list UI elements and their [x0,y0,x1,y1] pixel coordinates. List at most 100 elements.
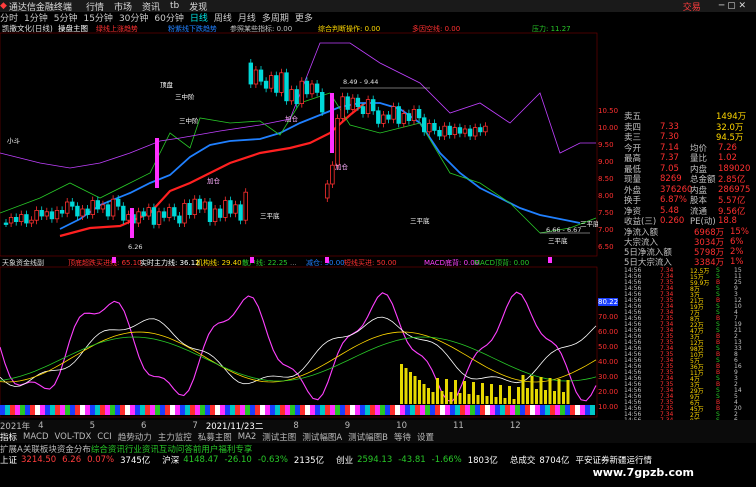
indicator-tab-4[interactable]: 趋势动力 [118,431,152,443]
signal-strip-cell [115,405,120,415]
flow-pct: 15% [730,227,749,237]
index-amount-0: 3745亿 [120,456,151,466]
period-tab-8[interactable]: 月线 [238,12,256,23]
menu-item-tb[interactable]: tb [170,1,179,11]
indicator-tab-9[interactable]: 测试幅图A [302,431,342,443]
signal-strip-cell [220,405,225,415]
period-tab-0[interactable]: 分时 [0,12,18,23]
menu-item-discover[interactable]: 发现 [189,0,207,13]
period-tab-7[interactable]: 周线 [214,12,232,23]
candle-body [34,209,39,221]
index-name-1[interactable]: 沪深 [162,454,179,466]
index-name-2[interactable]: 创业 [336,454,353,466]
volume-bar [427,388,430,404]
volume-bar [431,392,435,404]
signal-strip-cell [15,405,20,415]
period-tab-4[interactable]: 30分钟 [119,12,148,23]
signal-strip-cell [365,405,370,415]
candle-body [452,127,457,135]
volume-bar [404,368,408,404]
period-tab-10[interactable]: 更多 [295,12,313,23]
menu-item-market[interactable]: 行情 [86,0,104,13]
sub-label-6: 短线买进: 50.00 [344,258,397,267]
chart-annotation: 三中阶 [175,92,195,101]
indicator-tab-11[interactable]: 等待 [394,431,411,443]
extension-tab-4[interactable]: 行业资讯 [125,443,159,455]
indicator-tab-10[interactable]: 测试幅图B [348,431,388,443]
extension-tab-3[interactable]: 综合资讯 [91,443,125,455]
indicator-tab-1[interactable]: MACD [23,432,48,442]
menu-item-trade[interactable]: 交易 [683,0,701,13]
candle-body [304,80,310,95]
signal-strip-cell [290,405,295,415]
signal-strip-cell [530,405,535,415]
extension-tab-5[interactable]: 互动问答 [159,443,193,455]
period-tab-1[interactable]: 1分钟 [24,12,48,23]
sub-indicator-chart[interactable]: 天象资金线副 顶底超跌买进线: 65.10实时主力线: 36.12机构线: 29.… [0,257,598,420]
indicator-tab-6[interactable]: 私募主图 [198,431,232,443]
menu-item-exchange[interactable]: 市场 [114,0,132,13]
candle-body [365,99,371,114]
index-change-2: -43.81 [398,455,426,465]
indicator-tab-12[interactable]: 设置 [417,431,434,443]
flow-row: 大宗流入 3034万 6% [598,237,756,248]
extension-tab-1[interactable]: 关联板块 [23,443,57,455]
signal-strip-cell [210,405,215,415]
index-name-0[interactable]: 上证 [0,454,17,466]
period-tab-6[interactable]: 日线 [190,12,208,23]
volume-bar [472,382,475,404]
period-tab-3[interactable]: 15分钟 [83,12,112,23]
volume-bar [458,393,462,404]
signal-strip-cell [45,405,50,415]
date-mid: 2021/11/23二 [205,421,264,432]
period-tab-5[interactable]: 60分钟 [154,12,183,23]
period-tab-2[interactable]: 5分钟 [54,12,78,23]
indicator-tab-7[interactable]: MA2 [238,432,257,442]
candle-body [212,208,218,222]
flow-pct: 2% [730,247,744,257]
indicator-tab-2[interactable]: VOL-TDX [55,432,92,442]
extension-tab-6[interactable]: 前用户福利专享 [193,443,253,455]
candle-body [243,191,248,221]
signal-strip-cell [315,405,320,415]
sub-label-1: 实时主力线: 36.12 [140,258,200,267]
indicator-tab-3[interactable]: CCI [97,432,111,442]
indicator-tab-8[interactable]: 测试主图 [262,431,296,443]
main-label-2: 参照某些指标: 0.00 [230,24,292,33]
window-controls[interactable]: ─ ▢ ✕ [719,1,746,11]
candle-body [90,200,95,216]
quote-price: 7.05 [660,163,679,174]
candle-body [284,72,289,102]
signal-strip-cell [250,405,255,415]
signal-strip-cell [75,405,80,415]
indicator-tab-0[interactable]: 指标 [0,431,17,443]
signal-strip-cell [510,405,515,415]
menu-item-news[interactable]: 资讯 [142,0,160,13]
signal-strip-cell [455,405,460,415]
index-change-0: 6.26 [62,455,82,465]
signal-bar [155,138,159,188]
volume-bar [436,378,439,404]
candle-body [19,214,24,223]
signal-strip-cell [120,405,125,415]
sub-label-4: ... [290,259,297,267]
signal-strip-cell [295,405,300,415]
signal-strip-cell [370,405,375,415]
candle-body [457,127,463,134]
signal-strip-cell [550,405,555,415]
indicator-tab-5[interactable]: 主力监控 [158,431,192,443]
main-kline-chart[interactable]: 凯撒文化(日线) 操盘主图 绿线上涨趋势 粉紫线下跌趋势 参照某些指标: 0.00 综合判… [0,23,598,257]
signal-strip-cell [585,405,590,415]
period-tab-9[interactable]: 多周期 [262,12,289,23]
quote-value2: 286975 [718,184,751,195]
extension-tab-0[interactable]: 扩展A [0,443,23,455]
extension-tab-2[interactable]: 资金分布 [57,443,91,455]
chart-annotation: 小斗 [7,136,21,145]
candle-body [192,198,197,215]
signal-strip-cell [130,405,135,415]
candle-body [172,207,177,217]
candle-body [335,118,340,166]
quote-row: 卖四 7.33 32.0万 [598,122,756,133]
signal-strip-cell [420,405,425,415]
signal-strip-cell [450,405,455,415]
